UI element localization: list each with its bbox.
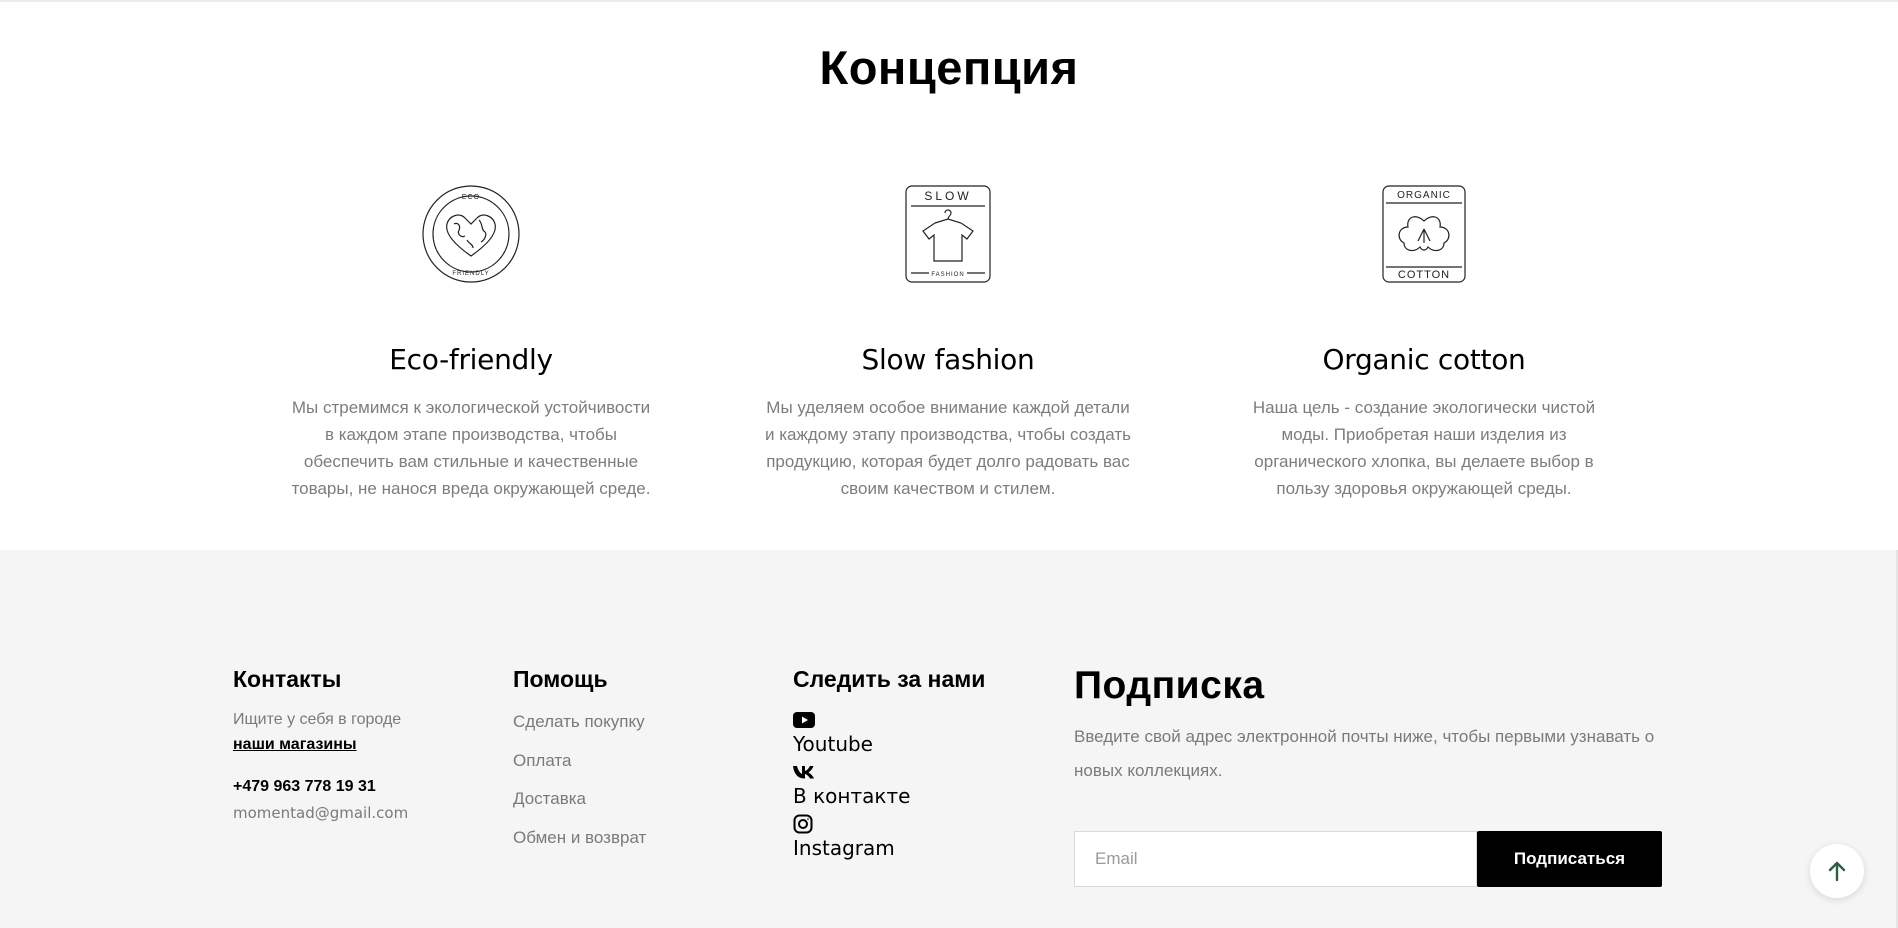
svg-text:ORGANIC: ORGANIC — [1397, 190, 1451, 201]
organic-cotton-icon: ORGANIC COTTON — [1234, 172, 1614, 296]
subscribe-title: Подписка — [1074, 664, 1265, 707]
help-link-payment[interactable]: Оплата — [513, 751, 646, 790]
feature-text: Наша цель - создание экологически чистой… — [1252, 398, 1596, 498]
vk-icon — [793, 763, 985, 781]
feature-title: Slow fashion — [861, 343, 1035, 376]
contacts-find-text: Ищите у себя в городе — [233, 711, 402, 728]
concept-title: Концепция — [819, 41, 1079, 94]
scroll-to-top-button[interactable] — [1810, 844, 1864, 898]
feature-text: Мы уделяем особое внимание каждой детали… — [765, 398, 1131, 498]
social-links: Youtube В контакте Instagram — [793, 711, 985, 867]
subscribe-button[interactable]: Подписаться — [1477, 831, 1662, 887]
follow-column: Следить за нами Youtube В контакте Insta… — [793, 666, 985, 867]
stores-link[interactable]: наши магазины — [233, 736, 408, 754]
svg-text:ECO: ECO — [462, 194, 480, 201]
youtube-icon — [793, 711, 985, 729]
social-link-vk[interactable]: В контакте — [793, 763, 985, 815]
feature-text: Мы стремимся к экологической устойчивост… — [291, 398, 651, 498]
social-label: Instagram — [793, 836, 895, 860]
svg-text:COTTON: COTTON — [1398, 269, 1450, 281]
help-links: Сделать покупку Оплата Доставка Обмен и … — [513, 712, 646, 866]
feature-title: Eco-friendly — [389, 343, 553, 376]
slow-fashion-icon: SLOW FASHION — [758, 172, 1138, 296]
social-link-instagram[interactable]: Instagram — [793, 814, 985, 867]
help-column: Помощь Сделать покупку Оплата Доставка О… — [513, 666, 646, 866]
concept-section: Концепция ECO FRIENDLY Eco-friendly Мы с… — [0, 0, 1898, 552]
subscribe-form: Подписаться — [1074, 831, 1662, 887]
subscribe-column: Подписка Введите свой адрес электронной … — [1074, 664, 1664, 788]
contacts-phone[interactable]: +479 963 778 19 31 — [233, 778, 408, 796]
svg-text:FRIENDLY: FRIENDLY — [452, 271, 489, 277]
feature-slow-fashion: SLOW FASHION Slow fashion Мы уделяем осо… — [758, 172, 1138, 502]
social-label: Youtube — [793, 732, 873, 756]
svg-text:SLOW: SLOW — [924, 189, 971, 203]
email-input[interactable] — [1074, 831, 1477, 887]
contacts-email[interactable]: momentad@gmail.com — [233, 804, 408, 822]
social-label: В контакте — [793, 784, 911, 808]
help-title: Помощь — [513, 666, 608, 692]
help-link-returns[interactable]: Обмен и возврат — [513, 828, 646, 867]
contacts-column: Контакты Ищите у себя в городе наши мага… — [233, 666, 408, 822]
follow-title: Следить за нами — [793, 666, 986, 692]
feature-eco-friendly: ECO FRIENDLY Eco-friendly Мы стремимся к… — [281, 172, 661, 502]
arrow-up-icon — [1828, 861, 1846, 882]
feature-title: Organic cotton — [1322, 343, 1526, 376]
subscribe-description: Введите свой адрес электронной почты ниж… — [1074, 727, 1655, 780]
feature-organic-cotton: ORGANIC COTTON Organic cotton Наша цель … — [1234, 172, 1614, 502]
instagram-icon — [793, 814, 985, 834]
help-link-purchase[interactable]: Сделать покупку — [513, 712, 646, 751]
svg-text:FASHION: FASHION — [931, 272, 964, 278]
eco-friendly-icon: ECO FRIENDLY — [281, 172, 661, 296]
contacts-title: Контакты — [233, 666, 342, 692]
help-link-delivery[interactable]: Доставка — [513, 789, 646, 828]
social-link-youtube[interactable]: Youtube — [793, 711, 985, 763]
